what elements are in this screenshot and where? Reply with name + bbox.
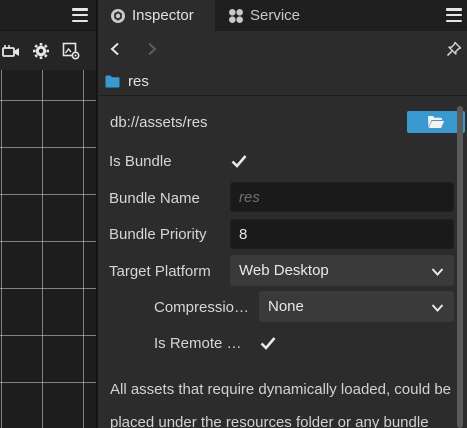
bundle-name-field[interactable]: res bbox=[230, 182, 454, 212]
is-remote-checkbox[interactable] bbox=[259, 334, 277, 352]
chevron-down-icon bbox=[431, 300, 444, 317]
inspector-nav bbox=[98, 31, 467, 67]
is-bundle-checkbox[interactable] bbox=[230, 152, 248, 170]
is-bundle-label: Is Bundle bbox=[109, 153, 172, 170]
bundle-name-label: Bundle Name bbox=[109, 190, 200, 207]
target-platform-label: Target Platform bbox=[109, 263, 211, 280]
inspector-icon bbox=[110, 8, 126, 24]
tab-inspector[interactable]: Inspector bbox=[98, 0, 215, 31]
hamburger-icon[interactable] bbox=[72, 8, 88, 22]
description-line: placed under the resources folder or any… bbox=[110, 414, 429, 428]
tab-inspector-label: Inspector bbox=[132, 7, 194, 24]
service-icon bbox=[228, 8, 244, 24]
pin-icon[interactable] bbox=[444, 39, 464, 59]
folder-open-icon bbox=[427, 115, 445, 129]
camera-icon[interactable] bbox=[0, 38, 24, 64]
divider bbox=[98, 95, 467, 96]
tab-service[interactable]: Service bbox=[215, 0, 323, 31]
description-line: All assets that require dynamically load… bbox=[110, 381, 452, 398]
asset-path-row: db://assets/res bbox=[110, 108, 465, 138]
editor-window: Inspector Service res db://assets/res Is… bbox=[0, 0, 467, 428]
bundle-priority-label: Bundle Priority bbox=[109, 226, 207, 243]
scene-panel bbox=[0, 0, 96, 428]
is-remote-label: Is Remote … bbox=[154, 335, 242, 352]
chevron-down-icon bbox=[431, 264, 444, 281]
tab-service-label: Service bbox=[250, 7, 301, 24]
scene-grid[interactable] bbox=[0, 70, 96, 428]
gear-icon[interactable] bbox=[28, 38, 54, 64]
chevron-right-icon[interactable] bbox=[142, 39, 162, 59]
inspector-panel: Inspector Service res db://assets/res Is… bbox=[98, 0, 467, 428]
compression-label: Compressio… bbox=[154, 299, 250, 316]
checkmark-icon bbox=[260, 336, 276, 350]
compression-select[interactable]: None bbox=[259, 291, 454, 322]
folder-icon bbox=[105, 75, 120, 88]
bundle-description: All assets that require dynamically load… bbox=[110, 373, 455, 428]
tab-bar: Inspector Service bbox=[98, 0, 467, 31]
bundle-priority-field[interactable]: 8 bbox=[230, 219, 454, 249]
compression-value: None bbox=[268, 298, 304, 315]
asset-path: db://assets/res bbox=[110, 114, 208, 131]
target-platform-value: Web Desktop bbox=[239, 262, 329, 279]
asset-name: res bbox=[128, 72, 149, 90]
asset-header: res bbox=[98, 67, 467, 95]
target-platform-select[interactable]: Web Desktop bbox=[230, 255, 454, 286]
scene-panel-header bbox=[0, 0, 96, 31]
scene-toolbar bbox=[0, 35, 96, 67]
image-settings-icon[interactable] bbox=[58, 38, 84, 64]
scrollbar[interactable] bbox=[457, 106, 463, 428]
chevron-left-icon[interactable] bbox=[105, 39, 125, 59]
hamburger-icon[interactable] bbox=[446, 8, 462, 22]
checkmark-icon bbox=[231, 154, 247, 168]
